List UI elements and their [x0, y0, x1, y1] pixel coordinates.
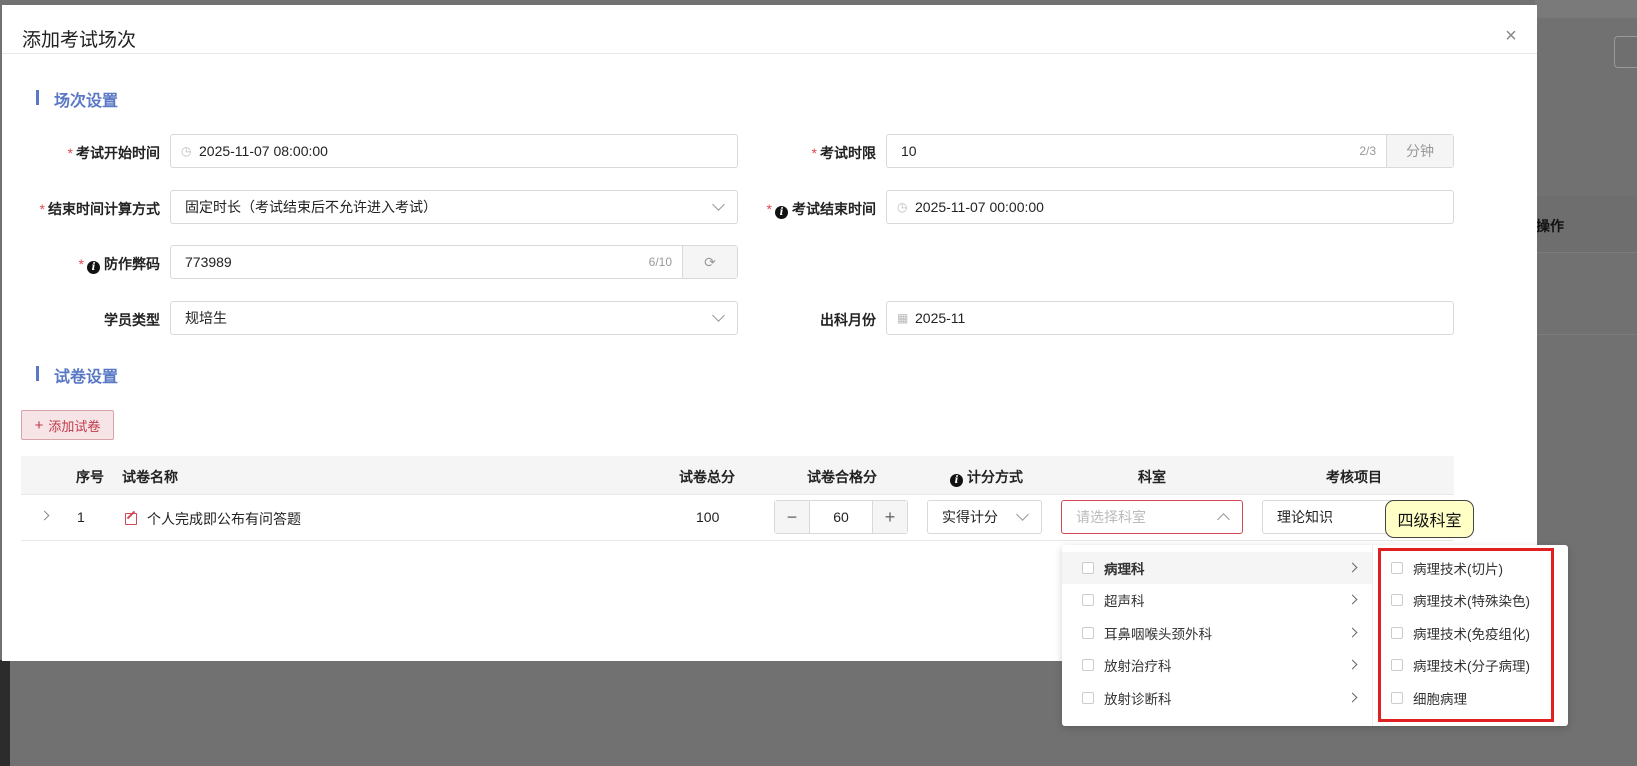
end-time-field[interactable]: ◷ 2025-11-07 00:00:00: [886, 190, 1454, 224]
calendar-icon: ▦: [897, 311, 909, 325]
anti-cheat-count: 6/10: [648, 255, 672, 269]
info-icon: i: [87, 261, 100, 274]
dialog-title: 添加考试场次: [22, 30, 137, 51]
cascader-item-label: 放射诊断科: [1104, 692, 1172, 707]
end-time-value: 2025-11-07 00:00:00: [915, 199, 1044, 215]
chevron-right-icon: [1347, 659, 1358, 670]
exit-month-value: 2025-11: [915, 310, 966, 326]
info-icon: i: [950, 474, 963, 487]
info-icon: i: [775, 206, 788, 219]
end-calc-value: 固定时长（考试结束后不允许进入考试）: [185, 199, 437, 215]
dept-placeholder: 请选择科室: [1076, 509, 1146, 525]
chevron-right-icon[interactable]: [39, 510, 50, 521]
duration-unit: 分钟: [1386, 135, 1453, 167]
chevron-down-icon: [1016, 508, 1029, 521]
checkbox[interactable]: [1082, 659, 1094, 671]
pass-score-value[interactable]: 60: [809, 501, 873, 533]
plus-icon[interactable]: +: [873, 501, 907, 533]
cascader-item[interactable]: 放射治疗科: [1062, 649, 1372, 681]
cascader-item[interactable]: 病理科: [1062, 552, 1372, 584]
student-type-select[interactable]: 规培生: [170, 301, 738, 335]
checkbox[interactable]: [1082, 692, 1094, 704]
annotation-highlight-box: [1378, 548, 1554, 722]
end-calc-select[interactable]: 固定时长（考试结束后不允许进入考试）: [170, 190, 738, 224]
end-time-label: * i 考试结束时间: [766, 201, 876, 219]
th-pass: 试卷合格分: [807, 469, 877, 485]
start-time-value: 2025-11-07 08:00:00: [199, 143, 328, 159]
dept-select[interactable]: 请选择科室: [1061, 500, 1243, 534]
row-index: 1: [77, 509, 85, 525]
duration-value: 10: [901, 143, 917, 159]
background-header-strip: [1535, 0, 1637, 18]
anti-cheat-label: * i 防作弊码: [78, 256, 160, 274]
student-type-value: 规培生: [185, 310, 227, 326]
add-paper-label: 添加试卷: [48, 418, 101, 434]
anti-cheat-field[interactable]: 773989 6/10 ⟳: [170, 245, 738, 279]
cascader-level-1: 病理科 超声科 耳鼻咽喉头颈外科 放射治疗科 放射诊断科: [1062, 545, 1373, 726]
scoring-value: 实得计分: [942, 509, 998, 525]
chevron-up-icon: [1217, 513, 1230, 526]
annotation-callout: 四级科室: [1385, 500, 1474, 538]
row-total: 100: [696, 509, 720, 525]
table-header: 序号 试卷名称 试卷总分 试卷合格分 i 计分方式 科室 考核项目: [21, 456, 1454, 495]
th-total: 试卷总分: [679, 469, 735, 485]
chevron-right-icon: [1347, 692, 1358, 703]
cascader-item[interactable]: 超声科: [1062, 584, 1372, 616]
start-time-field[interactable]: ◷ 2025-11-07 08:00:00: [170, 134, 738, 168]
th-name: 试卷名称: [122, 469, 178, 485]
checkbox[interactable]: [1082, 594, 1094, 606]
refresh-icon[interactable]: ⟳: [682, 246, 737, 278]
end-calc-label: * 结束时间计算方式: [39, 201, 160, 217]
duration-label: * 考试时限: [811, 145, 876, 161]
background-table-row: [1535, 252, 1637, 335]
plus-icon: +: [34, 416, 44, 434]
th-item: 考核项目: [1326, 469, 1382, 485]
student-type-label: 学员类型: [104, 312, 160, 328]
close-icon[interactable]: ×: [1502, 26, 1520, 46]
checkbox[interactable]: [1082, 562, 1094, 574]
chevron-right-icon: [1347, 562, 1358, 573]
cascader-item-label: 病理科: [1104, 562, 1145, 577]
add-paper-button[interactable]: + 添加试卷: [21, 410, 114, 440]
cascader-item-label: 超声科: [1104, 594, 1145, 609]
background-column-header: 操作: [1536, 218, 1564, 234]
cascader-item[interactable]: 耳鼻咽喉头颈外科: [1062, 617, 1372, 649]
th-scoring: i 计分方式: [950, 467, 1023, 487]
chevron-right-icon: [1347, 627, 1358, 638]
th-dept: 科室: [1138, 469, 1166, 485]
exit-month-label: 出科月份: [820, 312, 876, 328]
dialog-divider: [2, 53, 1537, 54]
row-paper-name: 个人完成即公布有问答题: [125, 509, 301, 529]
cascader-item[interactable]: 放射诊断科: [1062, 682, 1372, 714]
checkbox[interactable]: [1082, 627, 1094, 639]
section-title-paper: 试卷设置: [36, 363, 118, 387]
chevron-right-icon: [1347, 594, 1358, 605]
cascader-item-label: 放射治疗科: [1104, 659, 1172, 674]
section-title-session: 场次设置: [36, 87, 118, 111]
edit-icon[interactable]: [125, 513, 137, 525]
clock-icon: ◷: [897, 200, 908, 214]
anti-cheat-value: 773989: [185, 254, 232, 270]
duration-count: 2/3: [1359, 144, 1376, 158]
scoring-select[interactable]: 实得计分: [927, 500, 1042, 534]
clock-icon: ◷: [181, 144, 192, 158]
minus-icon[interactable]: −: [775, 501, 809, 533]
duration-field[interactable]: 10 2/3 分钟: [886, 134, 1454, 168]
exit-month-field[interactable]: ▦ 2025-11: [886, 301, 1454, 335]
pass-score-stepper[interactable]: − 60 +: [774, 500, 908, 534]
th-index: 序号: [76, 469, 104, 485]
start-time-label: * 考试开始时间: [67, 145, 160, 161]
background-sidebar: [0, 660, 10, 766]
cascader-item-label: 耳鼻咽喉头颈外科: [1104, 627, 1212, 642]
background-button: [1614, 36, 1637, 68]
